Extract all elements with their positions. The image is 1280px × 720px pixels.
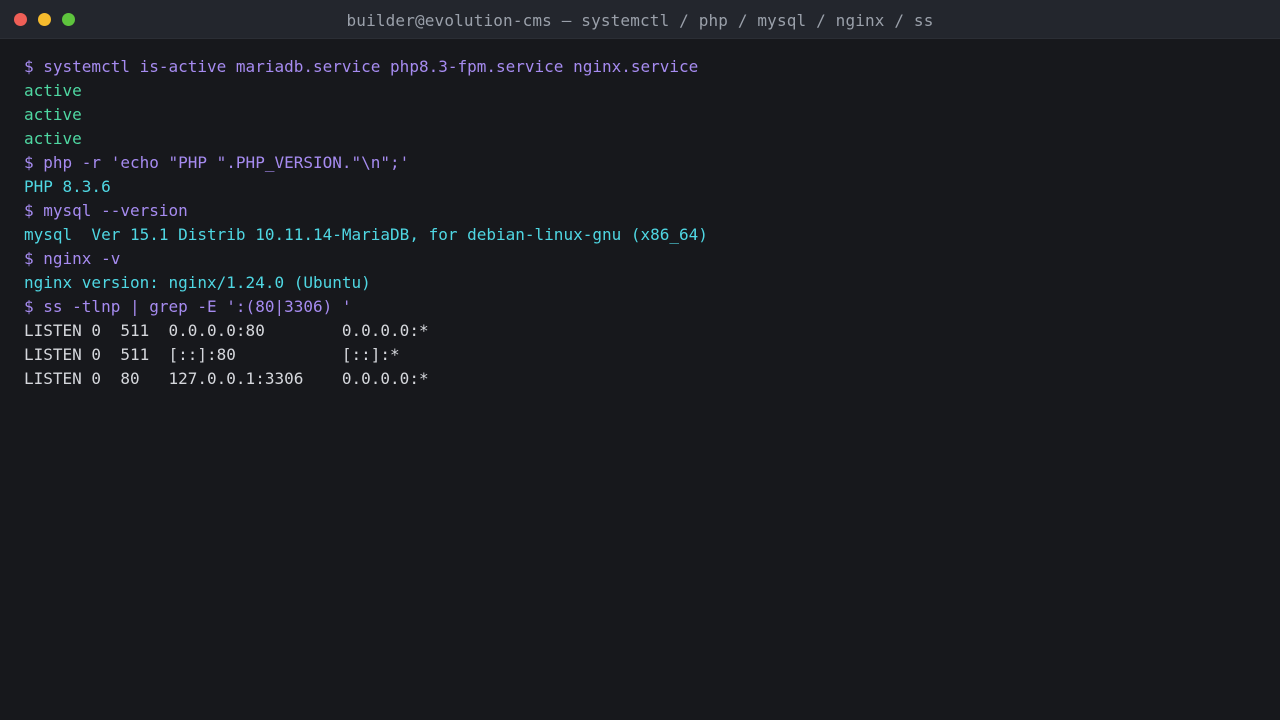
terminal-window: builder@evolution-cms — systemctl / php … [0,0,1280,720]
output-line: nginx version: nginx/1.24.0 (Ubuntu) [24,273,371,292]
title-bar: builder@evolution-cms — systemctl / php … [0,0,1280,39]
terminal-output[interactable]: $ systemctl is-active mariadb.service ph… [24,55,1256,391]
command-line: $ ss -tlnp | grep -E ':(80|3306) ' [24,297,352,316]
command-line: $ nginx -v [24,249,121,268]
command-line: $ php -r 'echo "PHP ".PHP_VERSION."\n";' [24,153,410,172]
output-line: LISTEN 0 511 [::]:80 [::]:* [24,345,400,364]
output-line: active [24,81,82,100]
output-line: LISTEN 0 511 0.0.0.0:80 0.0.0.0:* [24,321,429,340]
output-line: active [24,129,82,148]
output-line: active [24,105,82,124]
output-line: LISTEN 0 80 127.0.0.1:3306 0.0.0.0:* [24,369,429,388]
command-line: $ systemctl is-active mariadb.service ph… [24,57,699,76]
command-line: $ mysql --version [24,201,188,220]
output-line: PHP 8.3.6 [24,177,111,196]
output-line: mysql Ver 15.1 Distrib 10.11.14-MariaDB,… [24,225,708,244]
window-title: builder@evolution-cms — systemctl / php … [346,11,934,30]
